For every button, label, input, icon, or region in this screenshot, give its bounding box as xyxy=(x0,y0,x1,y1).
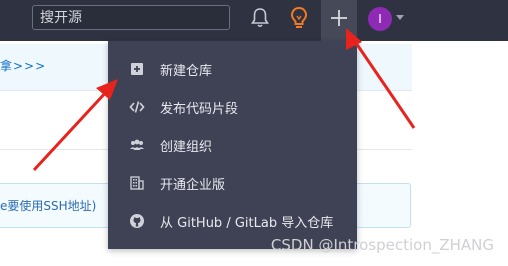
avatar[interactable]: I xyxy=(368,7,392,31)
top-navbar: I xyxy=(0,0,508,41)
caret-down-icon[interactable] xyxy=(396,15,404,20)
menu-item-create-org[interactable]: 创建组织 xyxy=(108,126,357,164)
menu-item-enterprise[interactable]: 开通企业版 xyxy=(108,164,357,202)
red-arrow-left xyxy=(32,79,118,172)
menu-item-publish-snippet[interactable]: 发布代码片段 xyxy=(108,88,357,126)
menu-item-new-repo[interactable]: 新建仓库 xyxy=(108,50,357,88)
search-input[interactable] xyxy=(33,6,229,29)
menu-item-import-repo[interactable]: 从 GitHub / GitLab 导入仓库 xyxy=(108,202,357,240)
code-icon xyxy=(129,101,145,113)
lightbulb-icon[interactable] xyxy=(288,6,310,30)
menu-item-label: 从 GitHub / GitLab 导入仓库 xyxy=(160,216,334,231)
menu-item-label: 发布代码片段 xyxy=(160,102,239,117)
github-icon xyxy=(130,214,144,228)
users-icon xyxy=(130,139,144,150)
menu-item-label: 创建组织 xyxy=(160,140,213,155)
notice-link[interactable]: 拿>>> xyxy=(0,57,46,74)
info-text: e要使用SSH地址) xyxy=(0,199,97,213)
menu-item-label: 新建仓库 xyxy=(160,64,213,79)
menu-item-label: 开通企业版 xyxy=(160,178,226,193)
create-new-button[interactable] xyxy=(321,0,357,41)
building-icon xyxy=(130,176,144,190)
watermark-text: CSDN @Introspection_ZHANG xyxy=(270,236,494,254)
plus-icon xyxy=(331,10,347,26)
bell-icon[interactable] xyxy=(250,7,270,29)
plus-square-icon xyxy=(131,63,143,75)
create-dropdown-menu: 新建仓库 发布代码片段 创建组织 开通企业版 从 GitHub / GitLab… xyxy=(108,41,357,249)
search-box[interactable] xyxy=(32,5,230,30)
